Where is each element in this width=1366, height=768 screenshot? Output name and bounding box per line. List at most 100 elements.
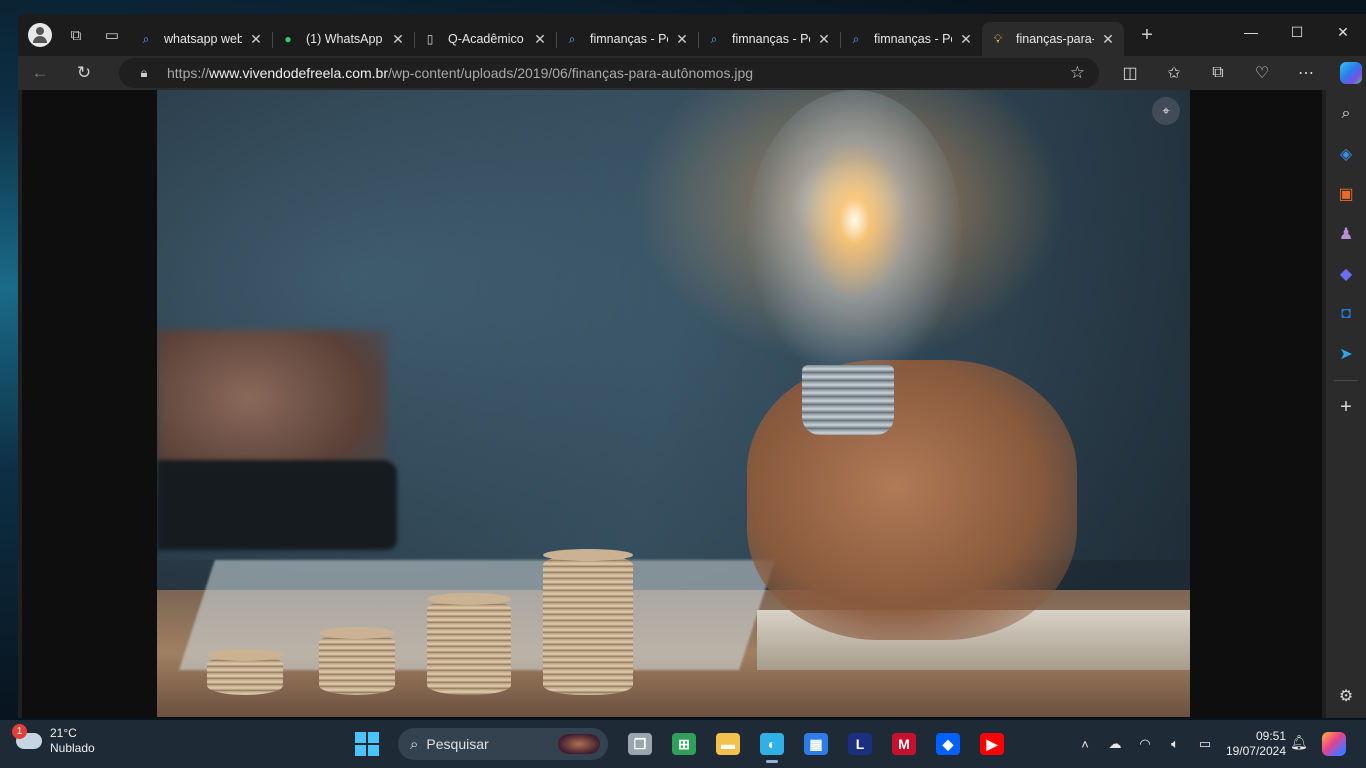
url-domain: www.vivendodefreela.com.br xyxy=(209,65,389,81)
tab-0[interactable]: ⌕ whatsapp web ✕ xyxy=(130,22,272,56)
sidebar-search-icon[interactable]: ⌕ xyxy=(1326,94,1366,134)
collections-icon[interactable]: ⧉ xyxy=(1196,64,1240,82)
clock-date: 19/07/2024 xyxy=(1225,744,1286,758)
clock-time: 09:51 xyxy=(1255,729,1286,743)
window-controls: — ☐ ✕ xyxy=(1228,14,1366,50)
browser-essentials-icon[interactable]: ♡ xyxy=(1240,63,1284,83)
file-explorer-icon: ▬ xyxy=(716,733,740,755)
edge-browser-button[interactable]: ◐ xyxy=(750,724,794,764)
sidebar-shopping-tag-icon[interactable]: ◈ xyxy=(1326,134,1366,174)
sidebar-tools-icon[interactable]: ▣ xyxy=(1326,174,1366,214)
edge-browser-icon: ◐ xyxy=(760,733,784,755)
windows-taskbar: 1 21°C Nublado ⌕ Pesquisar ❐ ⊞ ▬ ◐ ▦ L M ◆ ▶ ˄ ☁… xyxy=(0,720,1366,768)
search-highlight-icon xyxy=(558,734,600,754)
notifications-bell-icon[interactable]: 🔔︎ xyxy=(1290,734,1308,751)
lightbulb xyxy=(747,90,962,380)
tab-label: Q-Acadêmico V xyxy=(448,32,526,46)
lock-icon[interactable]: 🔒︎ xyxy=(129,65,159,81)
address-bar[interactable]: 🔒︎ https://www.vivendodefreela.com.br/wp… xyxy=(119,58,1099,88)
start-button[interactable] xyxy=(352,729,382,759)
weather-temp: 21°C xyxy=(50,726,77,740)
image-viewer: ⌖ xyxy=(22,90,1322,718)
tab-5[interactable]: ⌕ fimnanças - Pe ✕ xyxy=(840,22,982,56)
tab-6[interactable]: 💡︎ finanças-para- ✕ xyxy=(982,22,1124,56)
search-icon: ⌕ xyxy=(852,31,860,46)
tab-3[interactable]: ⌕ fimnanças - Pe ✕ xyxy=(556,22,698,56)
close-window-button[interactable]: ✕ xyxy=(1320,14,1366,50)
show-hidden-icons-chevron-icon[interactable]: ˄ xyxy=(1070,737,1100,752)
tab-2[interactable]: ▯ Q-Acadêmico V ✕ xyxy=(414,22,556,56)
tab-label: (1) WhatsApp xyxy=(306,32,383,46)
sidebar-copilot-icon[interactable]: ◆ xyxy=(1326,254,1366,294)
new-tab-button[interactable]: + xyxy=(1132,24,1162,47)
sidebar-outlook-icon[interactable]: ◘ xyxy=(1326,294,1366,334)
maximize-button[interactable]: ☐ xyxy=(1274,14,1320,50)
onedrive-cloud-icon[interactable]: ☁ xyxy=(1100,736,1130,752)
microsoft-store-button[interactable]: ▦ xyxy=(794,724,838,764)
split-screen-icon[interactable]: ◫ xyxy=(1108,63,1152,83)
task-view-button[interactable]: ❐ xyxy=(618,724,662,764)
url-text[interactable]: https://www.vivendodefreela.com.br/wp-co… xyxy=(167,65,753,81)
tab-close-icon[interactable]: ✕ xyxy=(1100,31,1116,48)
spreadsheet-app-button[interactable]: ⊞ xyxy=(662,724,706,764)
copilot-icon[interactable] xyxy=(1340,62,1362,84)
mcafee-icon: M xyxy=(892,733,916,755)
sidebar-settings-icon[interactable]: ⚙ xyxy=(1326,676,1366,716)
system-tray: ˄ ☁ ◠ 🔈︎ ▭ xyxy=(1070,720,1220,768)
file-explorer-button[interactable]: ▬ xyxy=(706,724,750,764)
tab-close-icon[interactable]: ✕ xyxy=(390,31,406,48)
tab-1[interactable]: ● (1) WhatsApp ✕ xyxy=(272,22,414,56)
tab-4[interactable]: ⌕ fimnanças - Pe ✕ xyxy=(698,22,840,56)
tab-label: whatsapp web xyxy=(164,32,242,46)
tab-close-icon[interactable]: ✕ xyxy=(958,31,974,48)
lightbulb-icon: 💡︎ xyxy=(993,31,1003,46)
copilot-taskbar-icon[interactable] xyxy=(1322,732,1346,756)
tab-label: fimnanças - Pe xyxy=(590,32,668,46)
wifi-icon[interactable]: ◠ xyxy=(1130,736,1160,752)
favorites-icon[interactable]: ✩ xyxy=(1152,63,1196,83)
url-scheme: https:// xyxy=(167,65,210,81)
refresh-button[interactable]: ↻ xyxy=(62,63,106,83)
tab-close-icon[interactable]: ✕ xyxy=(674,31,690,48)
browser-toolbar: ← ↻ 🔒︎ https://www.vivendodefreela.com.b… xyxy=(18,56,1366,90)
tab-close-icon[interactable]: ✕ xyxy=(816,31,832,48)
tabs-container: ⌕ whatsapp web ✕ ● (1) WhatsApp ✕ ▯ Q-Acadêmico… xyxy=(130,14,1124,56)
document-icon: ▯ xyxy=(426,32,434,46)
workspaces-icon[interactable]: ⧉ xyxy=(58,19,94,51)
taskbar-search[interactable]: ⌕ Pesquisar xyxy=(398,728,608,760)
mcafee-button[interactable]: M xyxy=(882,724,926,764)
l-app-button[interactable]: L xyxy=(838,724,882,764)
volume-icon[interactable]: 🔈︎ xyxy=(1160,736,1190,752)
url-path: /wp-content/uploads/2019/06/finanças-par… xyxy=(388,65,754,81)
profile-avatar-icon[interactable] xyxy=(28,23,52,47)
minimize-button[interactable]: — xyxy=(1228,14,1274,50)
tab-label: fimnanças - Pe xyxy=(732,32,810,46)
spreadsheet-app-icon: ⊞ xyxy=(672,733,696,755)
notification-badge: 1 xyxy=(12,724,27,739)
coin-stack xyxy=(207,649,283,695)
search-icon: ⌕ xyxy=(142,31,150,46)
whatsapp-icon: ● xyxy=(284,32,292,46)
tab-label: finanças-para- xyxy=(1016,32,1094,46)
weather-widget[interactable]: 1 21°C Nublado xyxy=(12,724,95,756)
finance-lightbulb-photo: ⌖ xyxy=(157,90,1190,717)
task-view-icon: ❐ xyxy=(628,733,652,755)
coin-stack xyxy=(543,549,633,695)
dropbox-button[interactable]: ◆ xyxy=(926,724,970,764)
tab-close-icon[interactable]: ✕ xyxy=(532,31,548,48)
tab-strip: ⧉ ▭ ⌕ whatsapp web ✕ ● (1) WhatsApp ✕ ▯ Q-Acadê… xyxy=(18,14,1366,56)
sidebar-add-icon[interactable]: + xyxy=(1326,387,1366,427)
youtube-button[interactable]: ▶ xyxy=(970,724,1014,764)
favorite-star-icon[interactable]: ☆ xyxy=(1070,63,1085,83)
weather-condition: Nublado xyxy=(50,741,95,755)
sidebar-send-icon[interactable]: ➤ xyxy=(1326,334,1366,374)
tab-close-icon[interactable]: ✕ xyxy=(248,31,264,48)
visual-search-icon[interactable]: ⌖ xyxy=(1152,97,1180,125)
more-options-icon[interactable]: ⋯ xyxy=(1284,63,1328,83)
vertical-tabs-icon[interactable]: ▭ xyxy=(94,19,130,51)
sidebar-games-icon[interactable]: ♟ xyxy=(1326,214,1366,254)
microsoft-store-icon: ▦ xyxy=(804,733,828,755)
clock[interactable]: 09:51 19/07/2024 xyxy=(1214,729,1286,759)
back-button[interactable]: ← xyxy=(18,63,62,83)
cloud-icon: 1 xyxy=(12,724,42,749)
